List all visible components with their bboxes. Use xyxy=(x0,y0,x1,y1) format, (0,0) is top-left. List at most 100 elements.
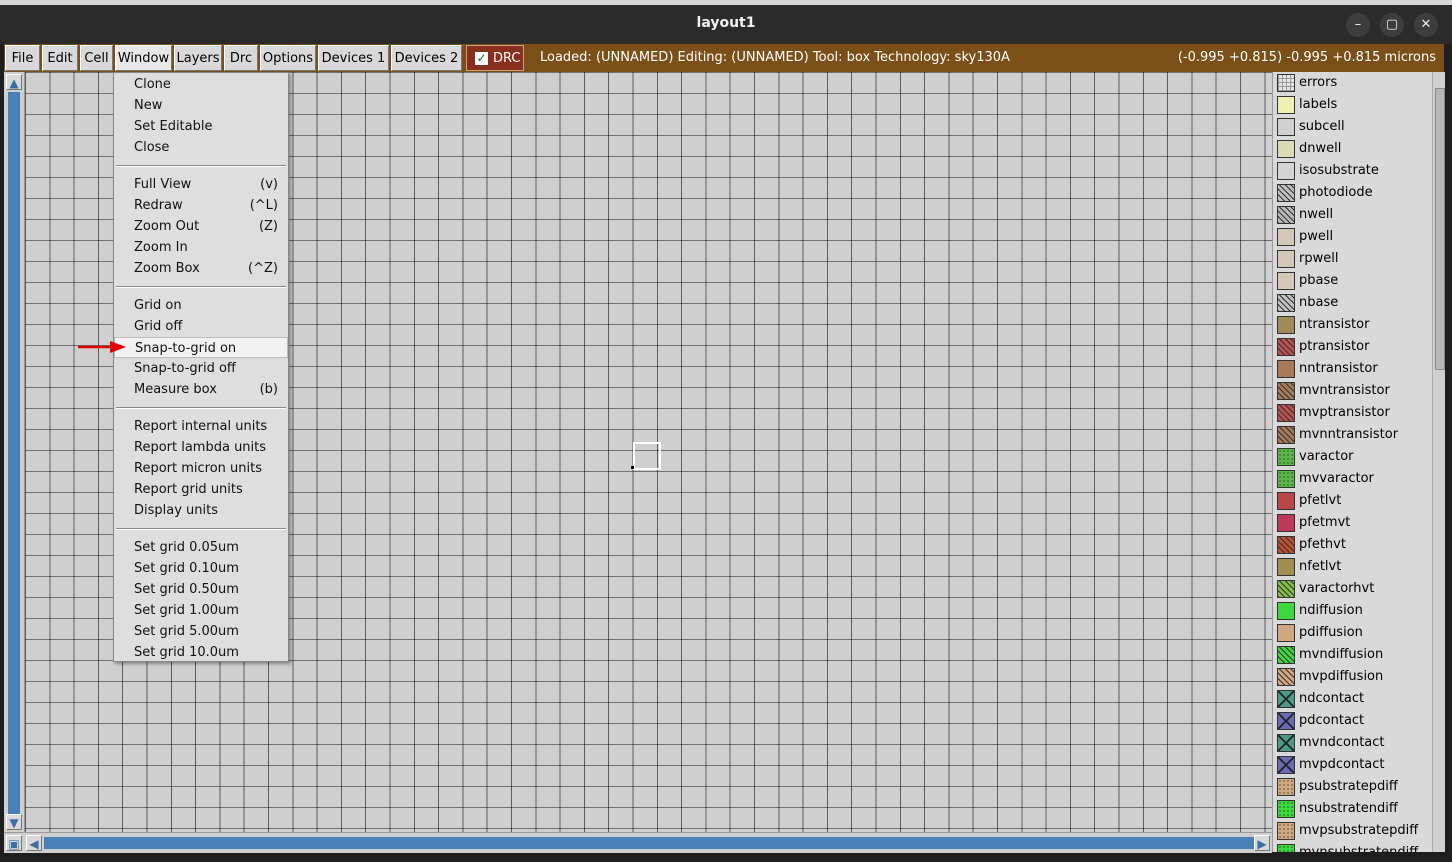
layer-mvndcontact[interactable]: mvndcontact xyxy=(1273,732,1433,754)
layer-swatch-icon[interactable] xyxy=(1277,492,1295,510)
layer-swatch-icon[interactable] xyxy=(1277,140,1295,158)
layer-rpwell[interactable]: rpwell xyxy=(1273,248,1433,270)
layer-varactorhvt[interactable]: varactorhvt xyxy=(1273,578,1433,600)
layer-pdiffusion[interactable]: pdiffusion xyxy=(1273,622,1433,644)
layer-mvpdcontact[interactable]: mvpdcontact xyxy=(1273,754,1433,776)
layer-swatch-icon[interactable] xyxy=(1277,712,1295,730)
layer-swatch-icon[interactable] xyxy=(1277,96,1295,114)
menu-item-close[interactable]: Close xyxy=(114,137,288,158)
layer-swatch-icon[interactable] xyxy=(1277,470,1295,488)
vertical-scrollbar[interactable]: ▲ ▼ xyxy=(4,72,25,832)
layer-photodiode[interactable]: photodiode xyxy=(1273,182,1433,204)
layer-nntransistor[interactable]: nntransistor xyxy=(1273,358,1433,380)
layer-swatch-icon[interactable] xyxy=(1277,844,1295,852)
layer-swatch-icon[interactable] xyxy=(1277,800,1295,818)
layer-varactor[interactable]: varactor xyxy=(1273,446,1433,468)
drc-checkbox-icon[interactable]: ✓ xyxy=(475,52,488,65)
menu-item-clone[interactable]: Clone xyxy=(114,74,288,95)
layer-mvpsubstratepdiff[interactable]: mvpsubstratepdiff xyxy=(1273,820,1433,842)
layer-ptransistor[interactable]: ptransistor xyxy=(1273,336,1433,358)
layer-swatch-icon[interactable] xyxy=(1277,74,1295,92)
horizontal-scrollbar[interactable]: ▣ ◀ ▶ xyxy=(4,832,1272,853)
layer-ndiffusion[interactable]: ndiffusion xyxy=(1273,600,1433,622)
layer-ndcontact[interactable]: ndcontact xyxy=(1273,688,1433,710)
layer-errors[interactable]: errors xyxy=(1273,72,1433,94)
layer-swatch-icon[interactable] xyxy=(1277,404,1295,422)
layer-swatch-icon[interactable] xyxy=(1277,206,1295,224)
menu-item-redraw[interactable]: Redraw (^L) xyxy=(114,195,288,216)
layer-swatch-icon[interactable] xyxy=(1277,184,1295,202)
menu-options[interactable]: Options xyxy=(260,45,316,71)
layer-swatch-icon[interactable] xyxy=(1277,514,1295,532)
layer-nsubstratendiff[interactable]: nsubstratendiff xyxy=(1273,798,1433,820)
zoom-box-icon[interactable]: ▣ xyxy=(6,835,22,851)
layer-swatch-icon[interactable] xyxy=(1277,272,1295,290)
scroll-right-icon[interactable]: ▶ xyxy=(1254,835,1270,851)
menu-item-set-grid-0-10um[interactable]: Set grid 0.10um xyxy=(114,558,288,579)
scroll-down-icon[interactable]: ▼ xyxy=(6,814,22,830)
layer-psubstratepdiff[interactable]: psubstratepdiff xyxy=(1273,776,1433,798)
layer-mvnntransistor[interactable]: mvnntransistor xyxy=(1273,424,1433,446)
layer-labels[interactable]: labels xyxy=(1273,94,1433,116)
layer-swatch-icon[interactable] xyxy=(1277,250,1295,268)
layer-mvndiffusion[interactable]: mvndiffusion xyxy=(1273,644,1433,666)
layer-pbase[interactable]: pbase xyxy=(1273,270,1433,292)
layer-palette-scrollbar[interactable] xyxy=(1432,72,1445,852)
menu-item-snap-to-grid-on[interactable]: Snap-to-grid on xyxy=(114,337,288,358)
layer-palette-scroll-thumb[interactable] xyxy=(1435,88,1445,370)
menu-item-report-micron-units[interactable]: Report micron units xyxy=(114,458,288,479)
layer-swatch-icon[interactable] xyxy=(1277,668,1295,686)
layer-mvpdiffusion[interactable]: mvpdiffusion xyxy=(1273,666,1433,688)
layer-swatch-icon[interactable] xyxy=(1277,228,1295,246)
menu-devices-2[interactable]: Devices 2 xyxy=(391,45,462,71)
layer-swatch-icon[interactable] xyxy=(1277,118,1295,136)
menu-devices-1[interactable]: Devices 1 xyxy=(318,45,389,71)
menu-layers[interactable]: Layers xyxy=(174,45,222,71)
menu-item-set-editable[interactable]: Set Editable xyxy=(114,116,288,137)
layer-swatch-icon[interactable] xyxy=(1277,580,1295,598)
menu-drc[interactable]: Drc xyxy=(224,45,258,71)
layer-swatch-icon[interactable] xyxy=(1277,338,1295,356)
close-icon[interactable]: ✕ xyxy=(1414,13,1438,37)
layer-nfetlvt[interactable]: nfetlvt xyxy=(1273,556,1433,578)
maximize-icon[interactable]: ▢ xyxy=(1380,13,1404,37)
layer-swatch-icon[interactable] xyxy=(1277,756,1295,774)
drc-toggle[interactable]: ✓ DRC xyxy=(466,45,524,71)
menu-item-set-grid-5-00um[interactable]: Set grid 5.00um xyxy=(114,621,288,642)
layer-nwell[interactable]: nwell xyxy=(1273,204,1433,226)
layer-ntransistor[interactable]: ntransistor xyxy=(1273,314,1433,336)
layer-pfetmvt[interactable]: pfetmvt xyxy=(1273,512,1433,534)
menu-item-full-view[interactable]: Full View (v) xyxy=(114,174,288,195)
menu-item-set-grid-0-05um[interactable]: Set grid 0.05um xyxy=(114,537,288,558)
menu-item-grid-off[interactable]: Grid off xyxy=(114,316,288,337)
layer-isosubstrate[interactable]: isosubstrate xyxy=(1273,160,1433,182)
menu-item-set-grid-0-50um[interactable]: Set grid 0.50um xyxy=(114,579,288,600)
layer-swatch-icon[interactable] xyxy=(1277,382,1295,400)
menu-cell[interactable]: Cell xyxy=(80,45,113,71)
layer-pwell[interactable]: pwell xyxy=(1273,226,1433,248)
layer-swatch-icon[interactable] xyxy=(1277,360,1295,378)
layer-swatch-icon[interactable] xyxy=(1277,558,1295,576)
layer-subcell[interactable]: subcell xyxy=(1273,116,1433,138)
menu-item-display-units[interactable]: Display units xyxy=(114,500,288,521)
menu-item-zoom-out[interactable]: Zoom Out (Z) xyxy=(114,216,288,237)
layer-swatch-icon[interactable] xyxy=(1277,448,1295,466)
menu-item-zoom-box[interactable]: Zoom Box (^Z) xyxy=(114,258,288,279)
layer-swatch-icon[interactable] xyxy=(1277,162,1295,180)
layer-swatch-icon[interactable] xyxy=(1277,426,1295,444)
horizontal-scroll-track[interactable] xyxy=(44,837,1254,849)
layer-mvvaractor[interactable]: mvvaractor xyxy=(1273,468,1433,490)
scroll-up-icon[interactable]: ▲ xyxy=(6,74,22,90)
menu-item-set-grid-1-00um[interactable]: Set grid 1.00um xyxy=(114,600,288,621)
layer-mvptransistor[interactable]: mvptransistor xyxy=(1273,402,1433,424)
layer-pfethvt[interactable]: pfethvt xyxy=(1273,534,1433,556)
layer-swatch-icon[interactable] xyxy=(1277,536,1295,554)
menu-item-set-grid-10-0um[interactable]: Set grid 10.0um xyxy=(114,642,288,663)
layer-pdcontact[interactable]: pdcontact xyxy=(1273,710,1433,732)
layer-swatch-icon[interactable] xyxy=(1277,646,1295,664)
menu-item-new[interactable]: New xyxy=(114,95,288,116)
menu-item-report-grid-units[interactable]: Report grid units xyxy=(114,479,288,500)
layer-swatch-icon[interactable] xyxy=(1277,602,1295,620)
layer-swatch-icon[interactable] xyxy=(1277,624,1295,642)
layer-swatch-icon[interactable] xyxy=(1277,822,1295,840)
